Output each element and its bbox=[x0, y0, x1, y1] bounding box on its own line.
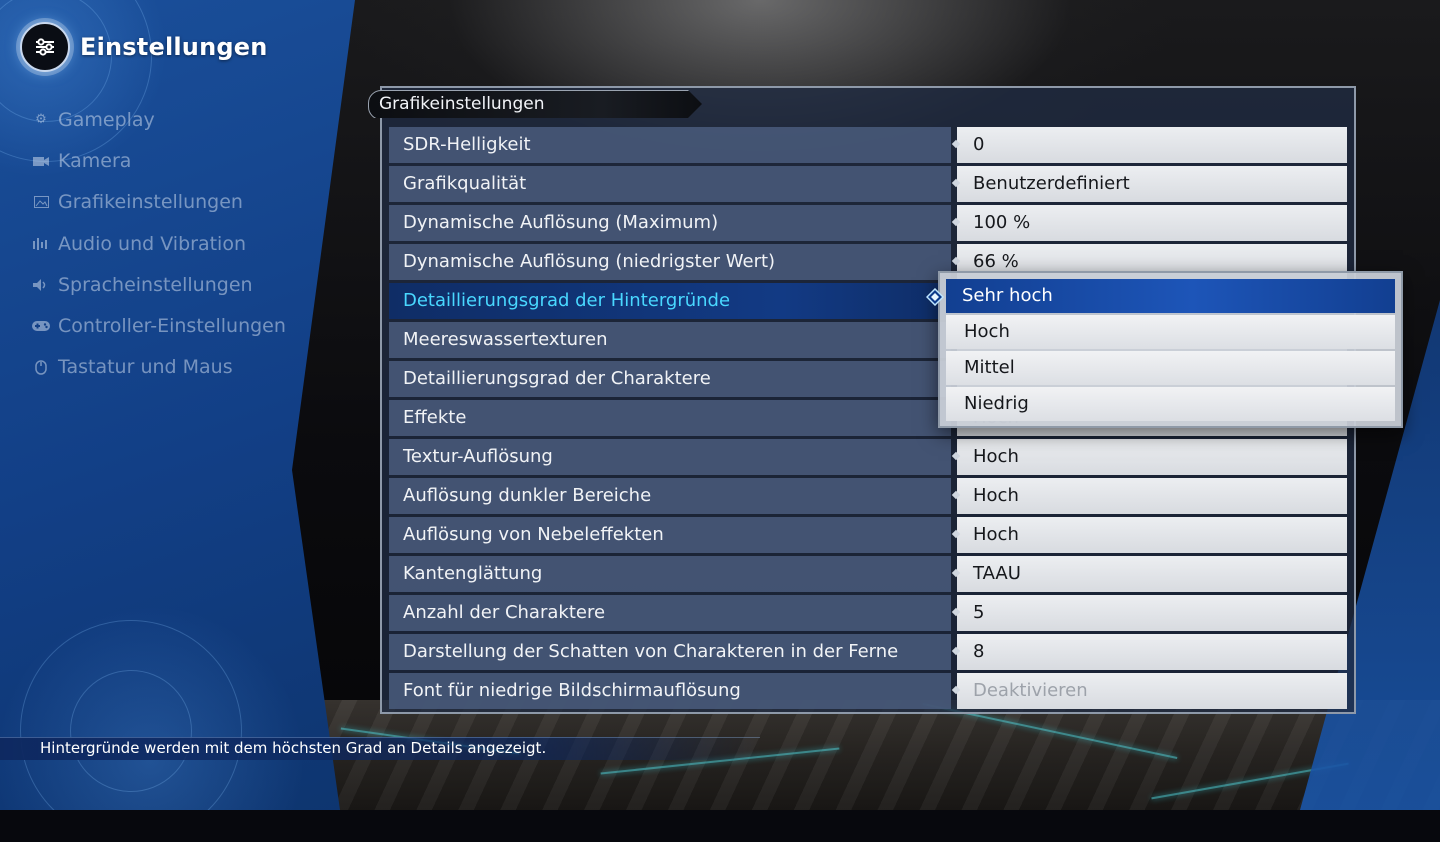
camera-icon bbox=[32, 152, 50, 170]
setting-value[interactable]: Hoch bbox=[957, 478, 1347, 514]
setting-row-nebeleffekte[interactable]: Auflösung von Nebeleffekten Hoch bbox=[389, 517, 1347, 553]
setting-label: Detaillierungsgrad der Hintergründe bbox=[389, 283, 951, 319]
setting-row-dunkle-bereiche[interactable]: Auflösung dunkler Bereiche Hoch bbox=[389, 478, 1347, 514]
setting-value[interactable]: TAAU bbox=[957, 556, 1347, 592]
setting-row-textur[interactable]: Textur-Auflösung Hoch bbox=[389, 439, 1347, 475]
setting-row-sdr-helligkeit[interactable]: SDR-Helligkeit 0 bbox=[389, 127, 1347, 163]
setting-row-dyn-aufloesung-max[interactable]: Dynamische Auflösung (Maximum) 100 % bbox=[389, 205, 1347, 241]
setting-label: Dynamische Auflösung (niedrigster Wert) bbox=[389, 244, 951, 280]
setting-value[interactable]: 8 bbox=[957, 634, 1347, 670]
setting-value[interactable]: 100 % bbox=[957, 205, 1347, 241]
dropdown-option-niedrig[interactable]: Niedrig bbox=[946, 387, 1395, 421]
setting-value[interactable]: Benutzerdefiniert bbox=[957, 166, 1347, 202]
side-item-sprache[interactable]: Spracheinstellungen bbox=[32, 264, 286, 305]
hint-text: Hintergründe werden mit dem höchsten Gra… bbox=[40, 739, 547, 757]
gear-icon: ⚙ bbox=[35, 112, 47, 128]
picture-icon bbox=[32, 193, 50, 211]
setting-label: SDR-Helligkeit bbox=[389, 127, 951, 163]
side-item-label: Spracheinstellungen bbox=[58, 273, 253, 296]
setting-value[interactable]: Deaktivieren bbox=[957, 673, 1347, 709]
panel-title: Grafikeinstellungen bbox=[379, 94, 545, 114]
setting-label: Darstellung der Schatten von Charakteren… bbox=[389, 634, 951, 670]
sliders-icon bbox=[20, 22, 70, 72]
side-item-controller[interactable]: Controller-Einstellungen bbox=[32, 305, 286, 346]
side-menu: ⚙ Gameplay Kamera Grafikeinstellungen Au… bbox=[32, 99, 286, 388]
setting-row-grafikqualitaet[interactable]: Grafikqualität Benutzerdefiniert bbox=[389, 166, 1347, 202]
side-item-gameplay[interactable]: ⚙ Gameplay bbox=[32, 99, 286, 140]
side-item-label: Gameplay bbox=[58, 108, 155, 131]
setting-value[interactable]: Hoch bbox=[957, 517, 1347, 553]
dropdown-option-hoch[interactable]: Hoch bbox=[946, 315, 1395, 349]
setting-label: Dynamische Auflösung (Maximum) bbox=[389, 205, 951, 241]
setting-label: Font für niedrige Bildschirmauflösung bbox=[389, 673, 951, 709]
dropdown-option-sehr-hoch[interactable]: Sehr hoch bbox=[946, 279, 1395, 313]
side-item-grafikeinstellungen[interactable]: Grafikeinstellungen bbox=[32, 182, 286, 223]
settings-header: Einstellungen bbox=[20, 22, 268, 72]
setting-label: Grafikqualität bbox=[389, 166, 951, 202]
side-item-label: Audio und Vibration bbox=[58, 232, 246, 255]
page-title: Einstellungen bbox=[80, 33, 268, 61]
setting-row-anzahl-charaktere[interactable]: Anzahl der Charaktere 5 bbox=[389, 595, 1347, 631]
side-item-audio[interactable]: Audio und Vibration bbox=[32, 223, 286, 264]
mouse-icon bbox=[32, 358, 50, 376]
setting-label: Auflösung dunkler Bereiche bbox=[389, 478, 951, 514]
side-item-kamera[interactable]: Kamera bbox=[32, 140, 286, 181]
dropdown-option-mittel[interactable]: Mittel bbox=[946, 351, 1395, 385]
setting-row-schatten-ferne[interactable]: Darstellung der Schatten von Charakteren… bbox=[389, 634, 1347, 670]
setting-label: Textur-Auflösung bbox=[389, 439, 951, 475]
gamepad-icon bbox=[32, 317, 50, 335]
side-item-label: Controller-Einstellungen bbox=[58, 315, 286, 338]
setting-label: Effekte bbox=[389, 400, 951, 436]
setting-label: Kantenglättung bbox=[389, 556, 951, 592]
setting-label: Meereswassertexturen bbox=[389, 322, 951, 358]
setting-value[interactable]: 0 bbox=[957, 127, 1347, 163]
option-dropdown: Sehr hoch Hoch Mittel Niedrig bbox=[938, 271, 1403, 428]
selection-cursor-icon bbox=[926, 288, 944, 306]
equalizer-icon bbox=[32, 235, 50, 253]
side-item-label: Tastatur und Maus bbox=[58, 356, 233, 379]
setting-value[interactable]: Hoch bbox=[957, 439, 1347, 475]
side-item-tastatur[interactable]: Tastatur und Maus bbox=[32, 347, 286, 388]
side-item-label: Grafikeinstellungen bbox=[58, 191, 243, 214]
setting-label: Detaillierungsgrad der Charaktere bbox=[389, 361, 951, 397]
speaker-icon bbox=[32, 276, 50, 294]
setting-label: Auflösung von Nebeleffekten bbox=[389, 517, 951, 553]
setting-row-font-niedrig[interactable]: Font für niedrige Bildschirmauflösung De… bbox=[389, 673, 1347, 709]
side-item-label: Kamera bbox=[58, 149, 132, 172]
setting-row-kantenglaettung[interactable]: Kantenglättung TAAU bbox=[389, 556, 1347, 592]
decor-ring bbox=[70, 670, 192, 792]
setting-label: Anzahl der Charaktere bbox=[389, 595, 951, 631]
setting-value[interactable]: 5 bbox=[957, 595, 1347, 631]
